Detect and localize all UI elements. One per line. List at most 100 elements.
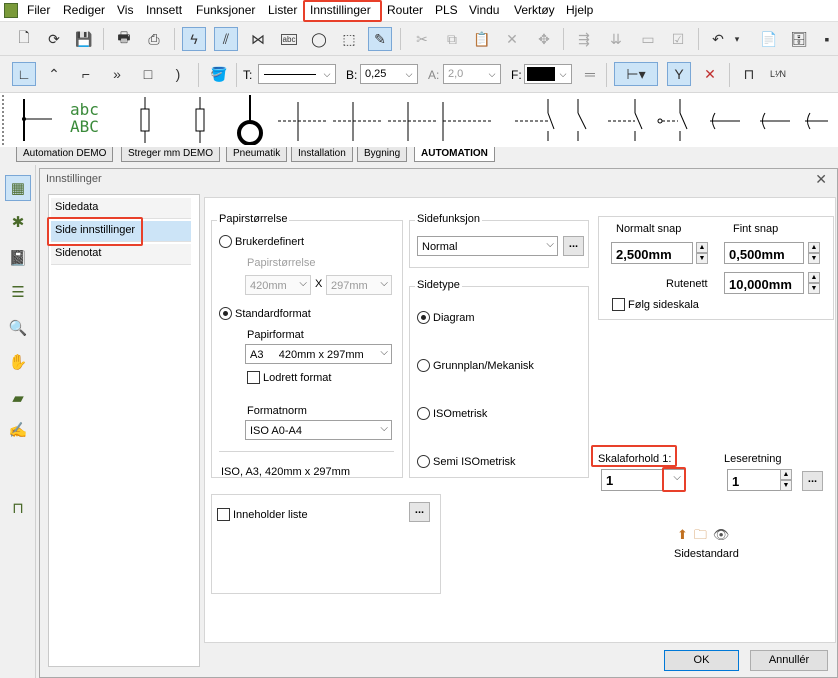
spin-down-icon[interactable]: ▼ <box>696 253 708 264</box>
menu-router[interactable]: Router <box>387 3 423 17</box>
symbol-junction[interactable] <box>14 97 54 143</box>
papirformat-select[interactable]: A3 420mm x 297mm ⌵ <box>245 344 392 364</box>
line-angle-icon[interactable]: ∟ <box>12 62 36 86</box>
pencil-icon[interactable]: ✎ <box>368 27 392 51</box>
normalt-snap-stepper[interactable]: ▲ ▼ <box>696 242 708 264</box>
menu-lister[interactable]: Lister <box>268 3 297 17</box>
paper-width-select[interactable]: 420mm ⌵ <box>245 275 311 295</box>
radio-diagram[interactable]: Diagram <box>417 311 475 324</box>
remove-junction-icon[interactable]: ✕ <box>698 62 722 86</box>
spin-down-icon[interactable]: ▼ <box>808 253 820 264</box>
formatnorm-select[interactable]: ISO A0-A4 ⌵ <box>245 420 392 440</box>
zoom-icon[interactable]: 🔍 <box>5 315 31 341</box>
lodrett-format-checkbox[interactable]: Lodrett format <box>247 371 331 384</box>
radio-semi-isometrisk[interactable]: Semi ISOmetrisk <box>417 455 516 468</box>
cut-icon[interactable]: ✂ <box>410 27 434 51</box>
undo-dropdown-icon[interactable]: ▾ <box>730 27 744 51</box>
symbol-fuse-2[interactable] <box>185 97 215 143</box>
tab-automation[interactable]: AUTOMATION <box>414 147 495 162</box>
text-abc-icon[interactable]: abc <box>277 27 301 51</box>
database-icon[interactable]: 🗄 <box>787 27 811 51</box>
radio-standardformat[interactable]: Standardformat <box>219 307 311 320</box>
print-icon[interactable]: 🖶 <box>112 27 136 51</box>
tab-streger-mm-demo[interactable]: Streger mm DEMO <box>121 147 221 162</box>
leseretning-more-button[interactable]: ... <box>802 471 823 491</box>
view-icon[interactable]: 👁 <box>713 527 730 542</box>
sidefunksjon-select[interactable]: Normal ⌵ <box>417 236 558 256</box>
symbol-insert-icon[interactable]: ✱ <box>5 209 31 235</box>
rutenett-input[interactable]: 10,000mm <box>724 272 804 294</box>
page-properties-icon[interactable]: 📄 <box>757 27 781 51</box>
fill-bucket-icon[interactable]: 🪣 <box>207 62 231 86</box>
t-junction-icon[interactable]: Y <box>667 62 691 86</box>
tab-automation-demo[interactable]: Automation DEMO <box>16 147 114 162</box>
leseretning-stepper[interactable]: ▲ ▼ <box>780 469 792 491</box>
palette-grip[interactable] <box>2 95 8 145</box>
radio-brukerdefinert[interactable]: Brukerdefinert <box>219 235 304 248</box>
component-icon[interactable]: ⋈ <box>246 27 270 51</box>
lightning-icon[interactable]: ϟ <box>182 27 206 51</box>
fint-snap-input[interactable]: 0,500mm <box>724 242 804 264</box>
equals-icon[interactable]: ═ <box>578 62 602 86</box>
paste-icon[interactable]: 📋 <box>470 27 494 51</box>
spin-down-icon[interactable]: ▼ <box>780 480 792 491</box>
close-icon[interactable]: ✕ <box>815 171 827 188</box>
tab-installation[interactable]: Installation <box>291 147 353 162</box>
paper-height-select[interactable]: 297mm ⌵ <box>326 275 392 295</box>
color-select[interactable]: ⌵ <box>524 64 572 84</box>
tab-pneumatik[interactable]: Pneumatik <box>226 147 288 162</box>
upload-icon[interactable]: ⬆ <box>677 527 688 542</box>
list-icon[interactable]: ☰ <box>5 279 31 305</box>
symbol-switches-row[interactable] <box>510 97 830 143</box>
menu-verktoy[interactable]: Verktøy <box>514 3 555 17</box>
inneholder-liste-checkbox[interactable]: Inneholder liste <box>217 508 308 521</box>
nav-sidedata[interactable]: Sidedata <box>51 198 191 219</box>
menu-innsett[interactable]: Innsett <box>146 3 182 17</box>
folg-sideskala-checkbox[interactable]: Følg sideskala <box>612 298 699 311</box>
symbol-contacts-row[interactable] <box>278 97 508 143</box>
grid-icon[interactable]: ▦ <box>5 175 31 201</box>
radio-isometrisk[interactable]: ISOmetrisk <box>417 407 487 420</box>
align-icon[interactable]: ⇶ <box>572 27 596 51</box>
sidefunksjon-more-button[interactable]: ... <box>563 236 584 256</box>
spin-up-icon[interactable]: ▲ <box>780 469 792 480</box>
more-tools-icon[interactable]: ▪ <box>815 27 838 51</box>
circle-icon[interactable]: ◯ <box>307 27 331 51</box>
tab-bygning[interactable]: Bygning <box>357 147 408 162</box>
print-preview-icon[interactable]: ⎙ <box>142 27 166 51</box>
fint-snap-stepper[interactable]: ▲ ▼ <box>808 242 820 264</box>
menu-vindu[interactable]: Vindu <box>469 3 499 17</box>
notebook-icon[interactable]: 📓 <box>5 245 31 271</box>
symbol-terminal[interactable] <box>230 95 270 145</box>
ok-button[interactable]: OK <box>664 650 739 671</box>
move-icon[interactable]: ✥ <box>532 27 556 51</box>
new-page-icon[interactable]: 🗋 <box>12 27 36 51</box>
menu-funksjoner[interactable]: Funksjoner <box>196 3 255 17</box>
seat-icon[interactable]: ⊓ <box>737 62 761 86</box>
open-icon[interactable]: ⟳ <box>42 27 66 51</box>
nav-sidenotat[interactable]: Sidenotat <box>51 244 191 265</box>
normalt-snap-input[interactable]: 2,500mm <box>611 242 693 264</box>
spin-up-icon[interactable]: ▲ <box>696 242 708 253</box>
save-standard-icon[interactable]: 🗀 <box>694 527 707 542</box>
arc-double-icon[interactable]: » <box>105 62 129 86</box>
junction-icon[interactable]: ⊢▾ <box>614 62 658 86</box>
corner-icon[interactable]: ⌐ <box>74 62 98 86</box>
rectangle-icon[interactable]: □ <box>136 62 160 86</box>
edit-page-icon[interactable]: ✍ <box>5 417 31 443</box>
cancel-button[interactable]: Annullér <box>750 650 828 671</box>
symbol-text[interactable]: abc ABC <box>70 101 99 135</box>
delete-icon[interactable]: ✕ <box>500 27 524 51</box>
menu-filer[interactable]: Filer <box>27 3 50 17</box>
radio-grunnplan[interactable]: Grunnplan/Mekanisk <box>417 359 534 372</box>
inneholder-more-button[interactable]: ... <box>409 502 430 522</box>
menu-rediger[interactable]: Rediger <box>63 3 105 17</box>
leseretning-input[interactable]: 1 <box>727 469 781 491</box>
rutenett-stepper[interactable]: ▲ ▼ <box>808 272 820 294</box>
spin-down-icon[interactable]: ▼ <box>808 283 820 294</box>
check-list-icon[interactable]: ☑ <box>666 27 690 51</box>
layer-icon[interactable]: ▰ <box>5 385 31 411</box>
magnet-icon[interactable]: ⊓ <box>5 495 31 521</box>
hand-icon[interactable]: ✋ <box>5 349 31 375</box>
spin-up-icon[interactable]: ▲ <box>808 272 820 283</box>
